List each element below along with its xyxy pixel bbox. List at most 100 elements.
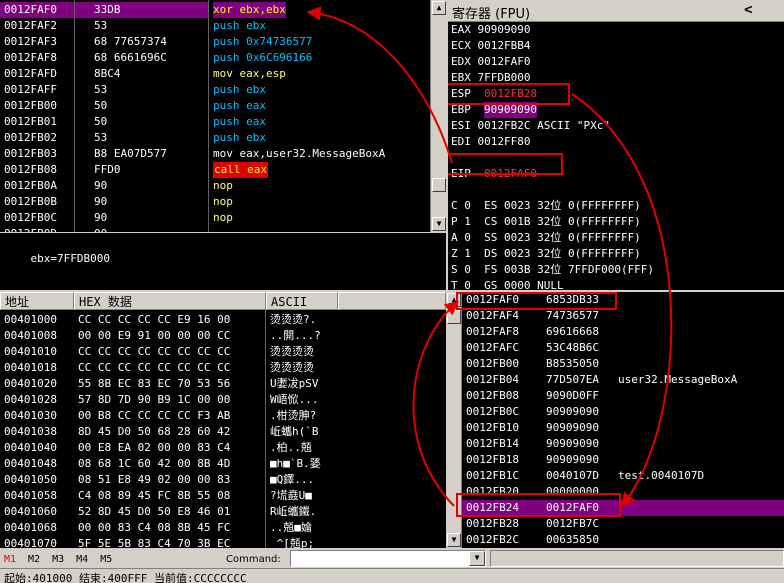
dump-hex: 08 68 1C 60 42 00 8B 4D (78, 457, 231, 470)
stack-value: 53C48B6C (546, 341, 599, 354)
stack-row[interactable]: 0012FB28 0012FB7C (462, 516, 784, 532)
register-text: T 0 GS 0000 NULL (451, 279, 564, 290)
register-line[interactable]: ECX 0012FBB4 (451, 38, 784, 54)
disasm-row[interactable]: 0012FB02 53 push ebx (0, 130, 430, 146)
register-line[interactable]: S 0 FS 003B 32位 7FFDF000(FFF) (451, 262, 784, 278)
register-line[interactable]: A 0 SS 0023 32位 0(FFFFFFFF) (451, 230, 784, 246)
stack-address: 0012FB08 (466, 389, 519, 402)
disasm-row[interactable]: 0012FAF0 33DB xor ebx,ebx (0, 2, 430, 18)
stack-row[interactable]: 0012FB1C 0040107D test.0040107D (462, 468, 784, 484)
disasm-address: 0012FB03 (4, 147, 57, 160)
disasm-address: 0012FAF2 (4, 19, 57, 32)
stack-address: 0012FB14 (466, 437, 519, 450)
registers-scrollbar[interactable] (430, 0, 448, 232)
dump-row[interactable]: 00401060 52 8D 45 D0 50 E8 46 01 R岴蠵鐵. (0, 504, 446, 520)
memory-tabs: M1 M2 M3 M4 M5 (4, 552, 124, 565)
disasm-row[interactable]: 0012FAF2 53 push ebx (0, 18, 430, 34)
disassembly-pane[interactable]: 0012FAF0 33DB xor ebx,ebx 0012FAF2 53 push eb… (0, 0, 446, 232)
stack-pane[interactable]: ▲ ▼ 0012FAF0 6853DB33 0012FAF4 74736577 0012… (446, 292, 784, 548)
dump-header-hex[interactable]: HEX 数据 (74, 292, 266, 310)
register-text: EAX 90909090 (451, 23, 531, 36)
dump-row[interactable]: 00401058 C4 08 89 45 FC 8B 55 08 ?塃鼖U■ (0, 488, 446, 504)
stack-address: 0012FB00 (466, 357, 519, 370)
memory-tab-m4[interactable]: M4 (76, 554, 88, 565)
registers-pane[interactable]: 寄存器 (FPU) < EAX 90909090 ECX 0012FBB4 EDX … (448, 0, 784, 290)
stack-value: 90909090 (546, 421, 599, 434)
dump-hex: 08 51 E8 49 02 00 00 83 (78, 473, 231, 486)
disasm-row[interactable]: 0012FB0B 90 nop (0, 194, 430, 210)
register-line[interactable]: EDI 0012FF80 (451, 134, 784, 150)
esp-annotation-box (448, 83, 570, 105)
dump-divider (265, 310, 266, 548)
scroll-down-arrow-icon[interactable]: ▼ (447, 533, 461, 547)
dump-row[interactable]: 00401050 08 51 E8 49 02 00 00 83 ■Q鐸... (0, 472, 446, 488)
disasm-row[interactable]: 0012FAF3 68 77657374 push 0x74736577 (0, 34, 430, 50)
disasm-row[interactable]: 0012FB0C 90 nop (0, 210, 430, 226)
register-line[interactable] (451, 182, 784, 198)
dump-row[interactable]: 00401040 00 E8 EA 02 00 00 83 C4 .柏..兡 (0, 440, 446, 456)
stack-row[interactable]: 0012FB00 B8535050 (462, 356, 784, 372)
command-extra-field[interactable] (490, 550, 784, 567)
disasm-row[interactable]: 0012FB08 FFD0 call eax (0, 162, 430, 178)
stack-row[interactable]: 0012FB08 9090D0FF (462, 388, 784, 404)
collapse-chevron-icon[interactable]: < (744, 2, 752, 18)
register-line[interactable]: C 0 ES 0023 32位 0(FFFFFFFF) (451, 198, 784, 214)
scroll-thumb[interactable] (447, 310, 461, 324)
dump-hex: 00 00 E9 91 00 00 00 CC (78, 329, 231, 342)
stack-row[interactable]: 0012FB14 90909090 (462, 436, 784, 452)
dump-row[interactable]: 00401030 00 B8 CC CC CC CC F3 AB .柑烫胂? (0, 408, 446, 424)
dump-row[interactable]: 00401038 8D 45 D0 50 68 28 60 42 岴蠵h(`B (0, 424, 446, 440)
dump-address: 00401058 (4, 489, 57, 502)
memory-tab-m3[interactable]: M3 (52, 554, 64, 565)
dump-address: 00401060 (4, 505, 57, 518)
dump-ascii: ..閞...? (270, 329, 321, 342)
stack-row[interactable]: 0012FB2C 00635850 (462, 532, 784, 548)
dump-row[interactable]: 00401010 CC CC CC CC CC CC CC CC 烫烫烫烫 (0, 344, 446, 360)
disasm-row[interactable]: 0012FB03 B8 EA07D577 mov eax,user32.Messag… (0, 146, 430, 162)
stack-address: 0012FB18 (466, 453, 519, 466)
disasm-row[interactable]: 0012FB0A 90 nop (0, 178, 430, 194)
stack-row[interactable]: 0012FB04 77D507EA user32.MessageBoxA (462, 372, 784, 388)
dump-row[interactable]: 00401018 CC CC CC CC CC CC CC CC 烫烫烫烫 (0, 360, 446, 376)
stack-value: 0012FB7C (546, 517, 599, 530)
register-line[interactable]: EDX 0012FAF0 (451, 54, 784, 70)
eip-annotation-box (448, 153, 563, 175)
stack-row[interactable]: 0012FAF8 69616668 (462, 324, 784, 340)
command-input[interactable] (290, 550, 486, 567)
dump-row[interactable]: 00401020 55 8B EC 83 EC 70 53 56 U嬱冹pSV (0, 376, 446, 392)
dump-hex: 00 B8 CC CC CC CC F3 AB (78, 409, 231, 422)
stack-row[interactable]: 0012FB0C 90909090 (462, 404, 784, 420)
disasm-address: 0012FB00 (4, 99, 57, 112)
memory-tab-m2[interactable]: M2 (28, 554, 40, 565)
disasm-row[interactable]: 0012FAF8 68 6661696C push 0x6C696166 (0, 50, 430, 66)
dump-pane[interactable]: 地址 HEX 数据 ASCII 00401000 CC CC CC CC CC E… (0, 292, 446, 548)
disasm-row[interactable]: 0012FAFF 53 push ebx (0, 82, 430, 98)
disasm-row[interactable]: 0012FB01 50 push eax (0, 114, 430, 130)
memory-tab-m1[interactable]: M1 (4, 554, 16, 565)
dump-row[interactable]: 00401048 08 68 1C 60 42 00 8B 4D ■h■`B.婱 (0, 456, 446, 472)
register-line[interactable]: ESI 0012FB2C ASCII "PXc" (451, 118, 784, 134)
dump-row[interactable]: 00401068 00 00 83 C4 08 8B 45 FC ..兡■婨 (0, 520, 446, 536)
dump-row[interactable]: 00401000 CC CC CC CC CC E9 16 00 烫烫烫?. (0, 312, 446, 328)
dump-row[interactable]: 00401028 57 8D 7D 90 B9 1C 00 00 W峿惞... (0, 392, 446, 408)
dump-hex: CC CC CC CC CC CC CC CC (78, 361, 231, 374)
register-line[interactable]: T 0 GS 0000 NULL (451, 278, 784, 290)
dump-row[interactable]: 00401008 00 00 E9 91 00 00 00 CC ..閞...? (0, 328, 446, 344)
dump-header-ascii[interactable]: ASCII (266, 292, 338, 310)
disasm-hex: 50 (94, 99, 108, 112)
stack-ret-annotation-box (456, 493, 621, 517)
memory-tab-m5[interactable]: M5 (100, 554, 112, 565)
dump-row[interactable]: 00401070 5F 5E 5B 83 C4 70 3B EC _^[兡p; (0, 536, 446, 548)
disasm-row[interactable]: 0012FAFD 8BC4 mov eax,esp (0, 66, 430, 82)
stack-row[interactable]: 0012FB10 90909090 (462, 420, 784, 436)
dump-header-address[interactable]: 地址 (0, 292, 74, 310)
disasm-row[interactable]: 0012FB00 50 push eax (0, 98, 430, 114)
register-line[interactable]: Z 1 DS 0023 32位 0(FFFFFFFF) (451, 246, 784, 262)
stack-row[interactable]: 0012FB18 90909090 (462, 452, 784, 468)
stack-row[interactable]: 0012FAFC 53C48B6C (462, 340, 784, 356)
register-line[interactable]: EAX 90909090 (451, 22, 784, 38)
disasm-address: 0012FB08 (4, 163, 57, 176)
stack-row[interactable]: 0012FAF4 74736577 (462, 308, 784, 324)
command-dropdown-button[interactable]: ▼ (469, 551, 485, 566)
register-line[interactable]: P 1 CS 001B 32位 0(FFFFFFFF) (451, 214, 784, 230)
